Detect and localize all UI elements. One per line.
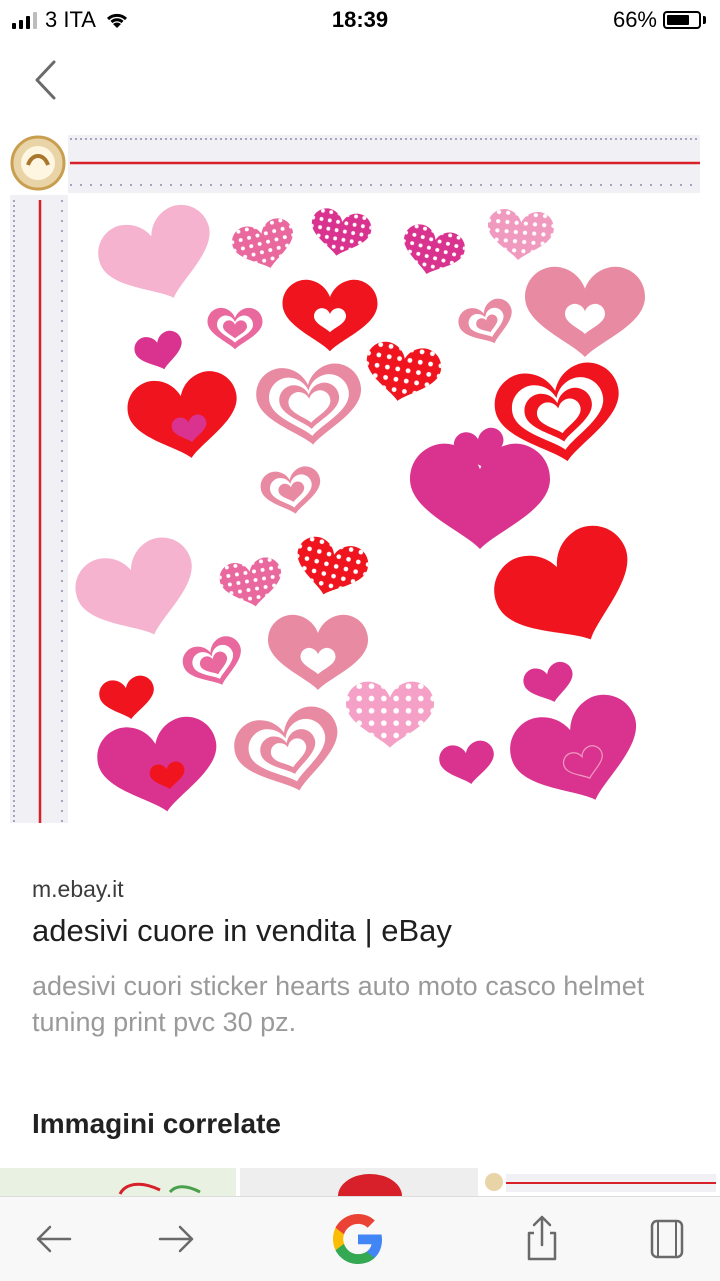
ruler-top [68, 135, 700, 193]
related-thumb[interactable] [0, 1168, 236, 1196]
arrow-right-icon[interactable] [148, 1211, 204, 1267]
result-source-domain[interactable]: m.ebay.it [32, 876, 124, 903]
related-images-strip [0, 1168, 720, 1196]
status-bar: 3 ITA 18:39 66% [0, 0, 720, 40]
chevron-left-icon[interactable] [22, 55, 72, 105]
share-icon[interactable] [514, 1211, 570, 1267]
ruler-left [10, 195, 68, 823]
browser-toolbar [0, 1196, 720, 1281]
status-right: 66% [613, 7, 706, 33]
related-images-heading: Immagini correlate [32, 1108, 281, 1139]
related-thumb[interactable] [240, 1168, 478, 1196]
tabs-icon[interactable] [638, 1211, 694, 1267]
seller-logo [10, 135, 66, 191]
battery-percent: 66% [612, 7, 657, 32]
result-image[interactable] [0, 125, 720, 825]
google-logo-icon[interactable] [330, 1211, 386, 1267]
arrow-left-icon[interactable] [26, 1211, 82, 1267]
result-description: adesivi cuori sticker hearts auto moto c… [32, 971, 645, 1037]
related-thumb[interactable] [482, 1168, 718, 1196]
result-title[interactable]: adesivi cuore in vendita | eBay [32, 913, 452, 949]
battery-icon [663, 11, 701, 29]
battery-tip [703, 16, 706, 24]
